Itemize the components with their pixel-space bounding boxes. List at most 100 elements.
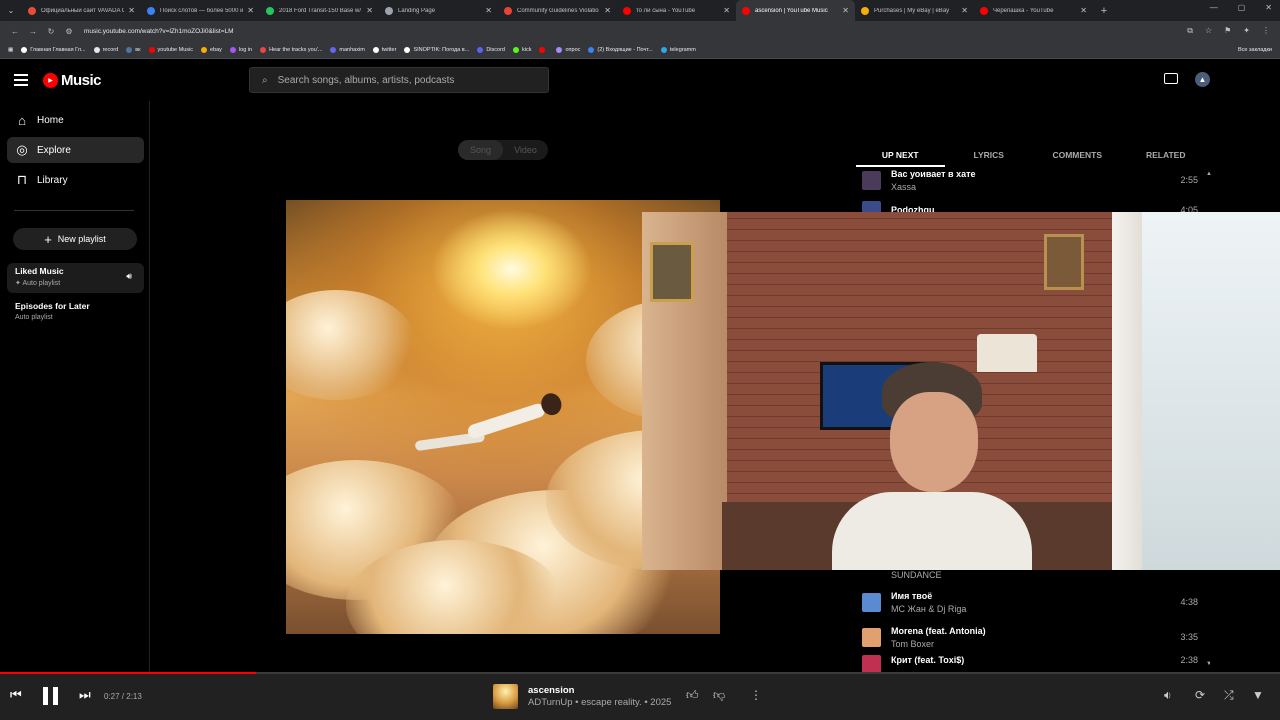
like-icon[interactable]: 👍︎ — [686, 688, 699, 703]
queue-item[interactable]: Morena (feat. Antonia) Tom Boxer 3:35 — [856, 622, 1210, 652]
volume-icon[interactable]: 🔉︎ — [1164, 688, 1172, 703]
menu-icon[interactable]: ⋮ — [1262, 26, 1270, 36]
browser-tab[interactable]: Поиск слотов — более 5000 и ✕ — [141, 0, 260, 21]
cast-icon[interactable] — [1164, 73, 1178, 84]
browser-tab[interactable]: Landing Page ✕ — [379, 0, 498, 21]
apps-icon[interactable]: ▦ — [8, 47, 13, 53]
close-tab-icon[interactable]: ✕ — [366, 6, 373, 15]
bookmark-item[interactable]: SINOPTIK: Погода в... — [404, 47, 469, 53]
song-tab[interactable]: Song — [458, 140, 503, 160]
bookmark-label: telegramm — [669, 47, 696, 53]
install-icon[interactable]: ⧉ — [1187, 26, 1193, 36]
previous-icon[interactable]: ⏮︎ — [10, 687, 22, 703]
bookmark-item[interactable]: telegramm — [660, 47, 696, 53]
bookmark-item[interactable]: twitter — [372, 47, 396, 53]
tab-comments[interactable]: COMMENTS — [1033, 145, 1122, 167]
close-tab-icon[interactable]: ✕ — [842, 6, 849, 15]
shuffle-icon[interactable]: ⤮ — [1224, 688, 1234, 703]
tab-lyrics[interactable]: LYRICS — [945, 145, 1034, 167]
bookmark-item[interactable]: manhaxim — [330, 47, 365, 53]
all-bookmarks[interactable]: Все закладки — [1238, 47, 1272, 53]
site-info-icon[interactable]: ⚙ — [60, 27, 78, 36]
bookmark-item[interactable]: log in — [229, 47, 252, 53]
playlist-episodes-later[interactable]: Episodes for Later Auto playlist — [7, 298, 144, 328]
new-playlist-button[interactable]: + New playlist — [13, 228, 137, 250]
maximize-button[interactable]: ▢ — [1238, 3, 1246, 12]
now-playing-thumb[interactable] — [493, 684, 518, 709]
video-tab[interactable]: Video — [503, 140, 548, 160]
queue-item[interactable]: Вас уоивает в хате Xassa 2:55 ▲ — [856, 165, 1212, 195]
tab-title: то ли сына - YouTube — [636, 7, 696, 14]
scroll-up-icon[interactable]: ▲ — [1206, 171, 1212, 177]
bookmark-item[interactable]: youtube Music — [148, 47, 193, 53]
queue-item[interactable]: Имя твоё MC Жан & Dj Riga 4:38 — [856, 587, 1210, 617]
playlist-subtitle: Auto playlist — [15, 314, 53, 321]
compass-icon: ◎ — [16, 142, 28, 157]
browser-tab[interactable]: Community Guidelines Violatio ✕ — [498, 0, 617, 21]
browser-tab[interactable]: Purchases | My eBay | eBay ✕ — [855, 0, 974, 21]
close-tab-icon[interactable]: ✕ — [723, 6, 730, 15]
address-bar[interactable]: music.youtube.com/watch?v=lZh1moZOJi0&li… — [84, 28, 234, 35]
sidebar-item-home[interactable]: ⌂ Home — [7, 107, 144, 133]
close-tab-icon[interactable]: ✕ — [247, 6, 254, 15]
back-icon[interactable]: ← — [6, 27, 24, 36]
tab-list-button[interactable]: ⌄ — [0, 0, 22, 21]
scroll-down-icon[interactable]: ▼ — [1206, 661, 1210, 667]
extensions-icon[interactable]: ⚑ — [1224, 26, 1231, 36]
bookmark-item[interactable]: kick — [512, 47, 531, 53]
bookmark-item[interactable]: Главная Главная Гл... — [21, 47, 86, 53]
dislike-icon[interactable]: 👎︎ — [713, 688, 725, 703]
more-icon[interactable]: ⋮ — [750, 688, 762, 702]
close-tab-icon[interactable]: ✕ — [128, 6, 135, 15]
sidebar-item-explore[interactable]: ◎ Explore — [7, 137, 144, 163]
bookmark-item[interactable] — [539, 47, 548, 53]
favicon-icon — [385, 6, 393, 15]
bookmark-item[interactable]: (2) Входящие - Почт... — [588, 47, 653, 53]
favicon-icon — [504, 6, 512, 15]
browser-tab[interactable]: Черепашка - YouTube ✕ — [974, 0, 1093, 21]
expand-icon[interactable]: ▼ — [1252, 688, 1264, 702]
bookmark-item[interactable]: record — [93, 47, 118, 53]
tab-related[interactable]: RELATED — [1122, 145, 1211, 167]
reload-icon[interactable]: ↻ — [42, 27, 60, 36]
repeat-icon[interactable]: ⟳ — [1195, 688, 1205, 702]
close-tab-icon[interactable]: ✕ — [961, 6, 968, 15]
new-tab-button[interactable]: + — [1093, 5, 1115, 17]
minimize-button[interactable]: — — [1210, 3, 1218, 12]
next-icon[interactable]: ⏭︎ — [79, 687, 91, 703]
forward-icon[interactable]: → — [24, 27, 42, 36]
browser-tab[interactable]: Официальный сайт VAVADA C ✕ — [22, 0, 141, 21]
star-icon[interactable]: ☆ — [1205, 26, 1212, 36]
now-playing-title[interactable]: ascension — [528, 685, 574, 696]
menu-hamburger-icon[interactable] — [14, 74, 28, 86]
bookmark-item[interactable]: опрос — [556, 47, 580, 53]
close-window-button[interactable]: ✕ — [1265, 3, 1272, 12]
tab-up-next[interactable]: UP NEXT — [856, 145, 945, 167]
avatar[interactable]: ▲ — [1195, 72, 1210, 87]
browser-tab[interactable]: то ли сына - YouTube ✕ — [617, 0, 736, 21]
queue-item[interactable]: Крит (feat. Toxi$) 2:38 ▼ — [856, 655, 1210, 673]
bookmarks-bar: ▦ Главная Главная Гл... record вк youtube M… — [0, 42, 1280, 59]
ytmusic-logo[interactable]: ▶ Music — [43, 72, 102, 89]
pause-button[interactable] — [43, 687, 59, 705]
playlist-liked-music[interactable]: Liked Music ✦ Auto playlist 🔊︎ — [7, 263, 144, 293]
bookmark-item[interactable]: Hear the tracks you'... — [260, 47, 322, 53]
now-playing-subtitle[interactable]: ADTurnUp • escape reality. • 2025 — [528, 697, 671, 708]
bookmark-favicon-icon — [404, 47, 411, 53]
browser-tab[interactable]: ascension | YouTube Music ✕ — [736, 0, 855, 21]
bookmark-favicon-icon — [21, 47, 28, 53]
close-tab-icon[interactable]: ✕ — [1080, 6, 1087, 15]
close-tab-icon[interactable]: ✕ — [604, 6, 611, 15]
tab-title: Landing Page — [398, 7, 436, 14]
bookmark-icon: ⊓ — [16, 172, 28, 187]
sidebar-item-library[interactable]: ⊓ Library — [7, 167, 144, 193]
browser-tab[interactable]: 2018 Ford Transit-150 Base w/ ✕ — [260, 0, 379, 21]
close-tab-icon[interactable]: ✕ — [485, 6, 492, 15]
profile-icon[interactable]: ✦ — [1243, 26, 1250, 36]
search-input[interactable]: ⌕ Search songs, albums, artists, podcast… — [249, 67, 549, 93]
bookmark-item[interactable]: Discord — [477, 47, 505, 53]
bookmark-favicon-icon — [260, 47, 267, 53]
bookmark-item[interactable]: ebay — [200, 47, 222, 53]
bookmark-item[interactable]: вк — [126, 47, 141, 53]
favicon-icon — [742, 6, 750, 15]
